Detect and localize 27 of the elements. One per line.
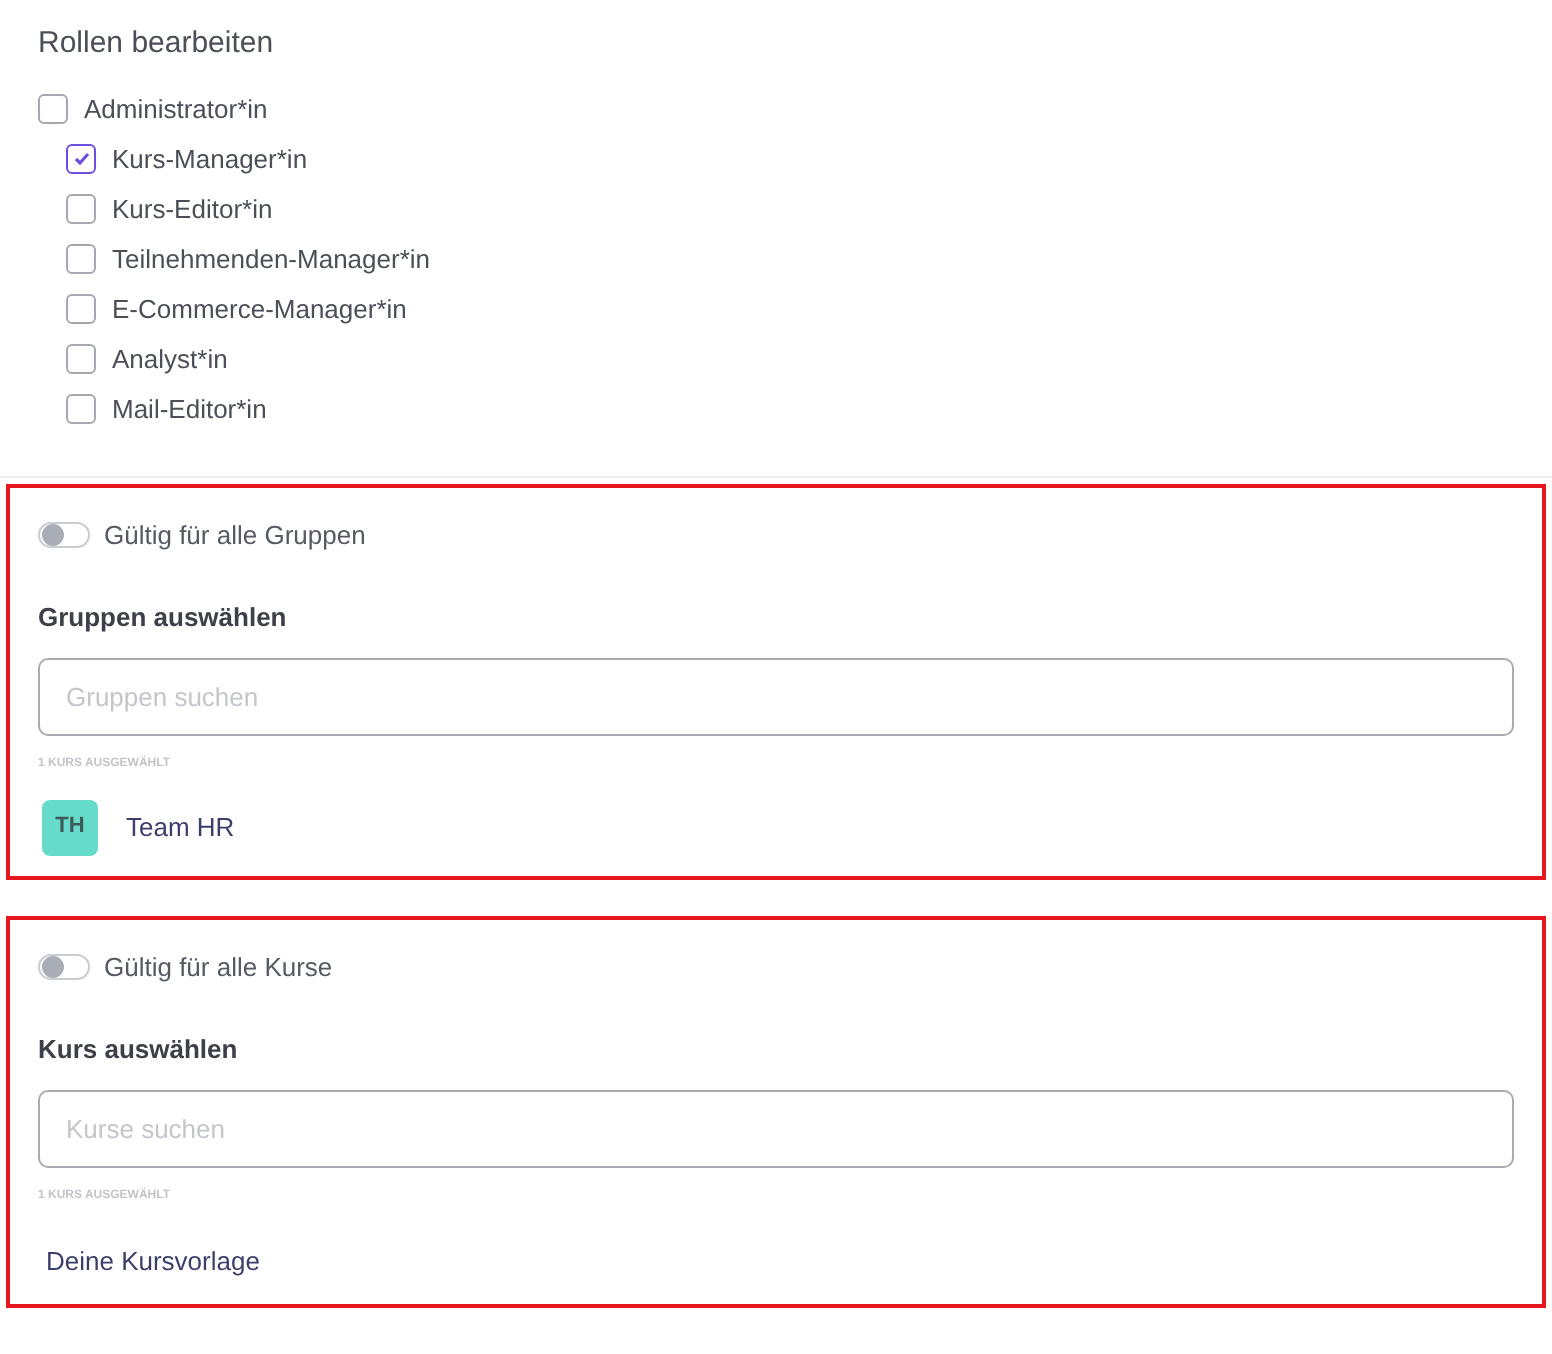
checkbox[interactable]	[66, 244, 96, 274]
checkbox[interactable]	[66, 144, 96, 174]
checkbox[interactable]	[66, 194, 96, 224]
search-field[interactable]: Gruppen suchen	[38, 657, 1514, 735]
role-label: Administrator*in	[84, 91, 268, 128]
role-label: Analyst*in	[112, 341, 228, 378]
checkbox[interactable]	[66, 394, 96, 424]
toggle-label: Gültig für alle Gruppen	[104, 517, 366, 554]
group-avatar: TH	[42, 799, 98, 855]
search-field[interactable]: Kurse suchen	[38, 1089, 1514, 1167]
check-icon	[73, 152, 89, 166]
section-heading: Gruppen auswählen	[38, 600, 289, 636]
role-label: Mail-Editor*in	[112, 391, 267, 428]
role-label: Kurs-Editor*in	[112, 191, 273, 228]
role-label: Teilnehmenden-Manager*in	[112, 241, 430, 278]
group-name: Team HR	[126, 809, 235, 846]
section-heading: Kurs auswählen	[38, 1032, 240, 1068]
checkbox[interactable]	[66, 344, 96, 374]
page-title: Rollen bearbeiten	[38, 24, 276, 64]
checkbox[interactable]	[66, 294, 96, 324]
toggle-switch[interactable]	[38, 521, 90, 548]
toggle-switch[interactable]	[38, 953, 90, 980]
checkbox[interactable]	[38, 94, 68, 124]
role-label: E-Commerce-Manager*in	[112, 291, 407, 328]
course-name: Deine Kursvorlage	[44, 1243, 262, 1280]
role-label: Kurs-Manager*in	[112, 141, 308, 178]
toggle-label: Gültig für alle Kurse	[104, 949, 333, 986]
